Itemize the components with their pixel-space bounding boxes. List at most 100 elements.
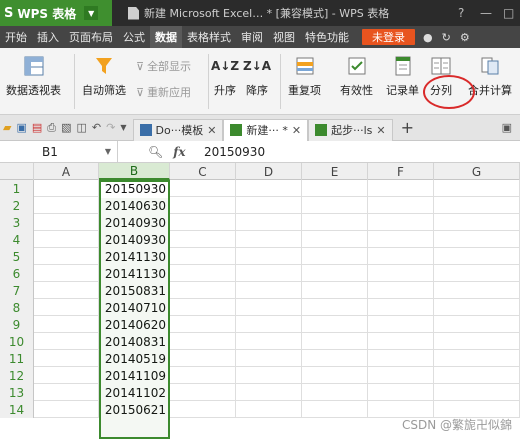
login-button[interactable]: 未登录 — [362, 29, 415, 45]
cell-f[interactable] — [368, 350, 434, 367]
cell-a[interactable] — [34, 367, 99, 384]
cell-c[interactable] — [170, 384, 236, 401]
cell-f[interactable] — [368, 299, 434, 316]
skin-icon[interactable]: ● — [423, 31, 433, 44]
cell-c[interactable] — [170, 350, 236, 367]
column-header-g[interactable]: G — [434, 163, 520, 180]
pivot-table-button[interactable]: 数据透视表 — [6, 56, 61, 98]
cell-c[interactable] — [170, 299, 236, 316]
cell-b[interactable]: 20140519 — [99, 350, 170, 367]
cell-d[interactable] — [236, 401, 302, 418]
cell-e[interactable] — [302, 350, 368, 367]
redo-icon[interactable]: ↷ — [106, 121, 115, 134]
chevron-down-icon[interactable]: ▼ — [105, 147, 111, 156]
row-header[interactable]: 6 — [0, 265, 34, 282]
cell-g[interactable] — [434, 197, 520, 214]
cell-g[interactable] — [434, 333, 520, 350]
cell-a[interactable] — [34, 180, 99, 197]
row-header[interactable]: 7 — [0, 282, 34, 299]
sort-desc-button[interactable]: Z↓A 降序 — [243, 56, 271, 98]
cell-f[interactable] — [368, 316, 434, 333]
cell-d[interactable] — [236, 316, 302, 333]
select-all-corner[interactable] — [0, 163, 34, 180]
insert-function-icon[interactable]: fx — [173, 145, 185, 159]
cell-e[interactable] — [302, 333, 368, 350]
cell-g[interactable] — [434, 231, 520, 248]
menu-formulas[interactable]: 公式 — [118, 26, 150, 48]
menu-page-layout[interactable]: 页面布局 — [64, 26, 118, 48]
row-header[interactable]: 5 — [0, 248, 34, 265]
row-header[interactable]: 4 — [0, 231, 34, 248]
cell-c[interactable] — [170, 333, 236, 350]
cell-e[interactable] — [302, 265, 368, 282]
show-all-button[interactable]: ⊽ 全部显示 — [136, 58, 191, 74]
print-preview-icon[interactable]: ▧ — [61, 121, 71, 134]
spellcheck-icon[interactable]: ◫ — [77, 121, 87, 134]
cell-b[interactable]: 20140831 — [99, 333, 170, 350]
cell-f[interactable] — [368, 180, 434, 197]
close-icon[interactable]: ✕ — [207, 124, 216, 137]
cell-g[interactable] — [434, 367, 520, 384]
close-icon[interactable]: ✕ — [376, 124, 385, 137]
cell-e[interactable] — [302, 299, 368, 316]
tab-document-3[interactable]: 起步···ls ✕ — [308, 118, 393, 141]
cell-f[interactable] — [368, 282, 434, 299]
cell-a[interactable] — [34, 299, 99, 316]
maximize-button[interactable]: □ — [503, 0, 514, 26]
cell-c[interactable] — [170, 265, 236, 282]
history-icon[interactable]: ↻ — [442, 31, 451, 44]
cell-g[interactable] — [434, 180, 520, 197]
cell-b[interactable]: 20150831 — [99, 282, 170, 299]
tab-document-2[interactable]: 新建··· * ✕ — [223, 118, 309, 141]
cell-a[interactable] — [34, 231, 99, 248]
cell-e[interactable] — [302, 367, 368, 384]
cell-g[interactable] — [434, 299, 520, 316]
cell-g[interactable] — [434, 316, 520, 333]
cell-d[interactable] — [236, 197, 302, 214]
menu-table-style[interactable]: 表格样式 — [182, 26, 236, 48]
cell-d[interactable] — [236, 265, 302, 282]
cell-a[interactable] — [34, 350, 99, 367]
cell-b[interactable]: 20150621 — [99, 401, 170, 418]
cell-b[interactable]: 20150930 — [99, 180, 170, 197]
row-header[interactable]: 9 — [0, 316, 34, 333]
cell-c[interactable] — [170, 282, 236, 299]
cell-e[interactable] — [302, 197, 368, 214]
cell-d[interactable] — [236, 214, 302, 231]
row-header[interactable]: 12 — [0, 367, 34, 384]
row-header[interactable]: 2 — [0, 197, 34, 214]
cell-b[interactable]: 20140930 — [99, 214, 170, 231]
cell-e[interactable] — [302, 282, 368, 299]
row-header[interactable]: 11 — [0, 350, 34, 367]
cell-e[interactable] — [302, 214, 368, 231]
cell-f[interactable] — [368, 384, 434, 401]
cell-d[interactable] — [236, 367, 302, 384]
cell-d[interactable] — [236, 231, 302, 248]
cell-f[interactable] — [368, 214, 434, 231]
cell-f[interactable] — [368, 265, 434, 282]
print-icon[interactable]: ⎙ — [47, 121, 56, 135]
help-button[interactable]: ? — [458, 0, 464, 26]
menu-view[interactable]: 视图 — [268, 26, 300, 48]
row-header[interactable]: 3 — [0, 214, 34, 231]
row-header[interactable]: 14 — [0, 401, 34, 418]
cell-f[interactable] — [368, 231, 434, 248]
validation-button[interactable]: 有效性 — [340, 56, 373, 98]
cell-a[interactable] — [34, 214, 99, 231]
cell-c[interactable] — [170, 248, 236, 265]
record-form-button[interactable]: 记录单 — [386, 56, 419, 98]
cell-g[interactable] — [434, 248, 520, 265]
cell-c[interactable] — [170, 214, 236, 231]
cell-d[interactable] — [236, 384, 302, 401]
cell-a[interactable] — [34, 265, 99, 282]
cell-d[interactable] — [236, 180, 302, 197]
row-header[interactable]: 10 — [0, 333, 34, 350]
cell-b[interactable]: 20141109 — [99, 367, 170, 384]
cell-c[interactable] — [170, 316, 236, 333]
cell-c[interactable] — [170, 231, 236, 248]
cell-e[interactable] — [302, 231, 368, 248]
cell-b[interactable]: 20140630 — [99, 197, 170, 214]
cell-d[interactable] — [236, 299, 302, 316]
cell-f[interactable] — [368, 197, 434, 214]
cell-b[interactable]: 20140620 — [99, 316, 170, 333]
